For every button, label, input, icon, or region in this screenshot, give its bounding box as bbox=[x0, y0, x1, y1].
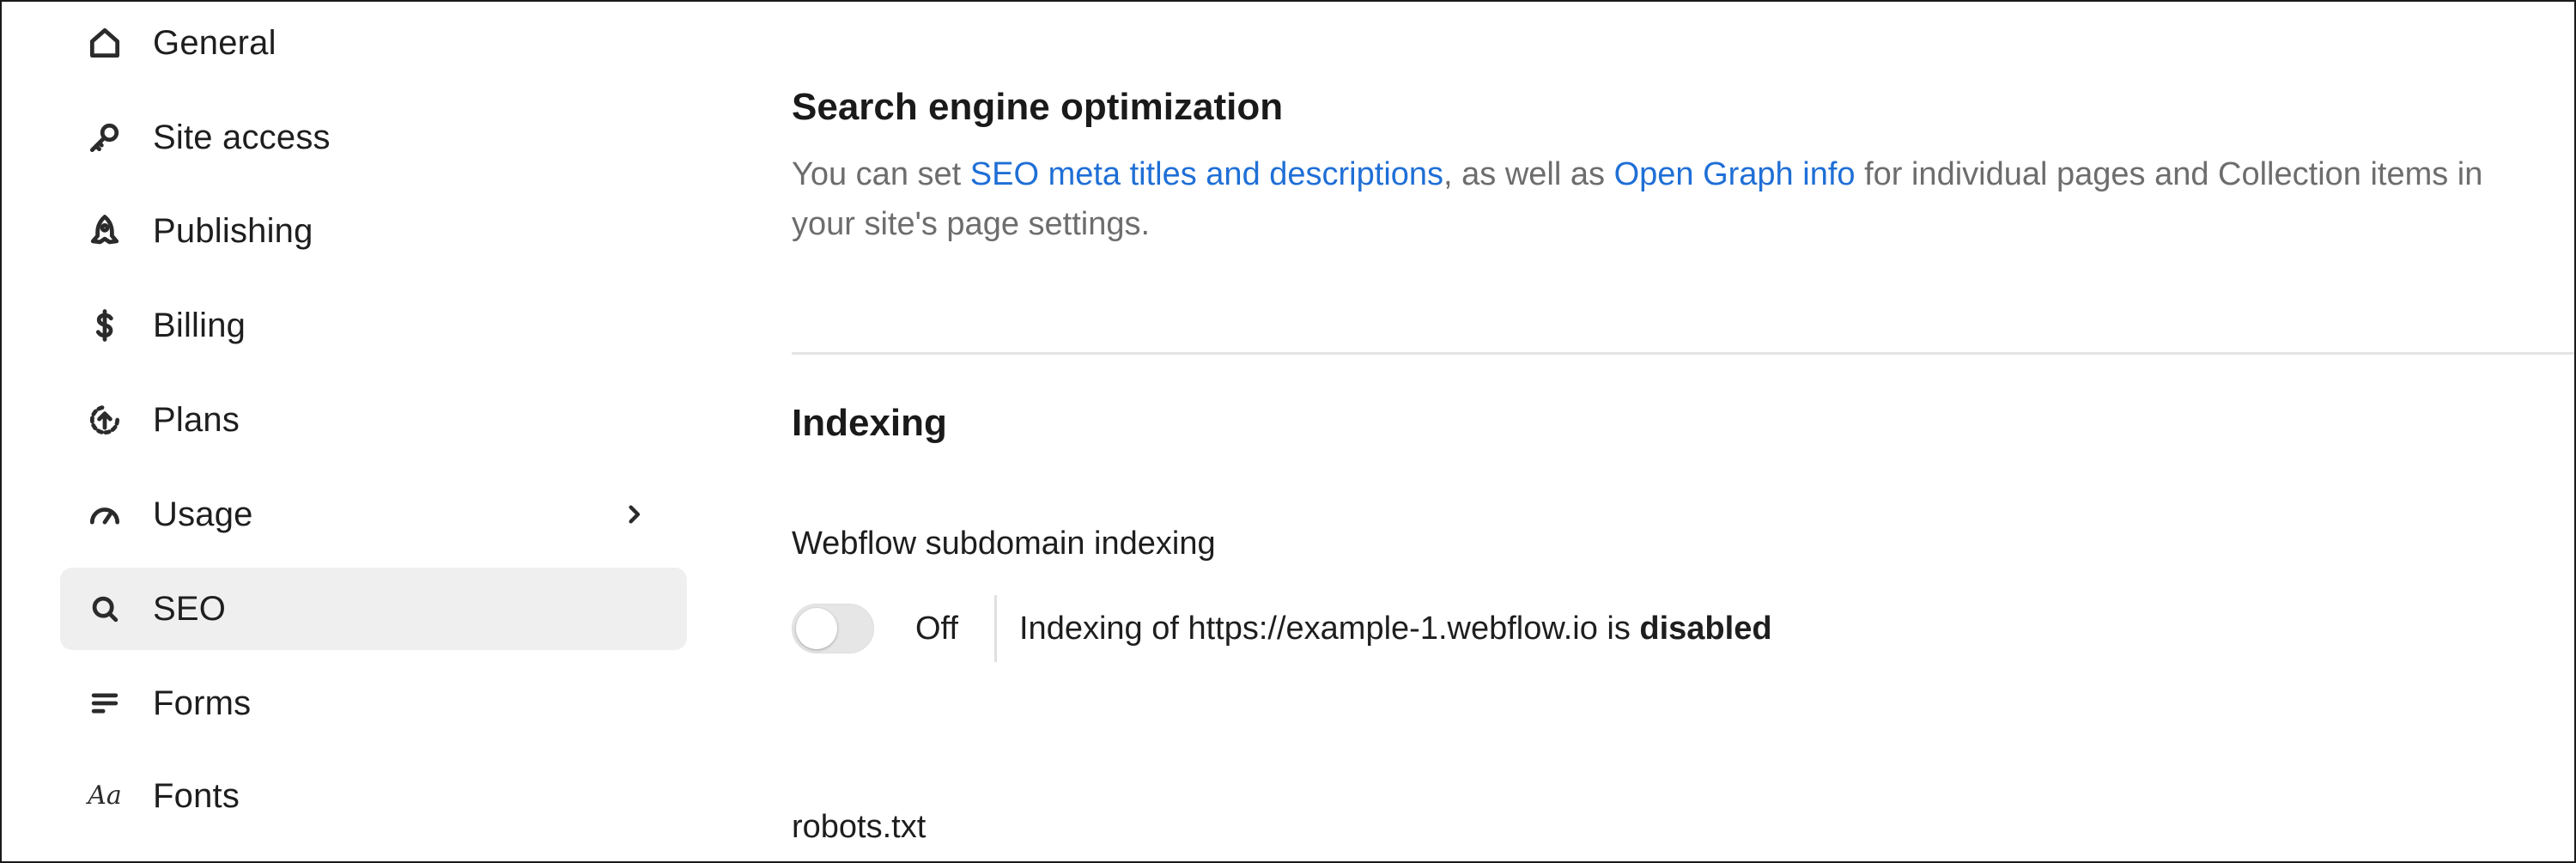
rocket-icon bbox=[86, 212, 124, 250]
settings-sidebar: General Site access Publishing Billing P bbox=[2, 2, 706, 861]
key-icon bbox=[86, 119, 124, 156]
sidebar-item-label: Fonts bbox=[153, 776, 240, 815]
subdomain-indexing-label: Webflow subdomain indexing bbox=[792, 526, 1216, 562]
sidebar-item-label: Publishing bbox=[153, 211, 313, 250]
indexing-status-text: Indexing of https://example-1.webflow.io… bbox=[1019, 610, 1772, 647]
forms-lines-icon bbox=[86, 684, 124, 722]
sidebar-item-plans[interactable]: Plans bbox=[60, 379, 687, 461]
subdomain-indexing-row: Off Indexing of https://example-1.webflo… bbox=[792, 594, 1772, 663]
fonts-aa-icon: Aa bbox=[88, 781, 122, 811]
indexing-status-value: disabled bbox=[1639, 610, 1772, 647]
sidebar-item-label: Usage bbox=[153, 495, 253, 533]
sidebar-item-publishing[interactable]: Publishing bbox=[60, 190, 687, 272]
gauge-icon bbox=[86, 495, 124, 533]
subdomain-indexing-toggle[interactable] bbox=[792, 604, 874, 653]
sidebar-item-fonts[interactable]: Aa Fonts bbox=[60, 755, 687, 837]
seo-section-title: Search engine optimization bbox=[792, 86, 1284, 128]
vertical-separator bbox=[994, 595, 997, 662]
plans-upgrade-icon bbox=[86, 401, 124, 439]
seo-meta-link[interactable]: SEO meta titles and descriptions bbox=[970, 156, 1443, 192]
sidebar-item-seo[interactable]: SEO bbox=[60, 568, 687, 650]
settings-main: Search engine optimization You can set S… bbox=[792, 2, 2574, 861]
toggle-knob bbox=[796, 608, 837, 649]
section-divider bbox=[792, 352, 2574, 355]
sidebar-item-label: Forms bbox=[153, 684, 252, 722]
open-graph-link[interactable]: Open Graph info bbox=[1614, 156, 1856, 192]
toggle-state-label: Off bbox=[915, 610, 958, 647]
settings-window: General Site access Publishing Billing P bbox=[0, 0, 2576, 863]
seo-description: You can set SEO meta titles and descript… bbox=[792, 156, 2483, 242]
indexing-section-title: Indexing bbox=[792, 402, 947, 444]
sidebar-item-label: Site access bbox=[153, 118, 331, 156]
search-icon bbox=[86, 590, 124, 628]
sidebar-item-label: SEO bbox=[153, 589, 227, 628]
sidebar-item-label: Billing bbox=[153, 306, 246, 344]
robots-txt-label: robots.txt bbox=[792, 809, 927, 845]
dollar-icon bbox=[86, 307, 124, 344]
sidebar-item-label: General bbox=[153, 23, 276, 62]
sidebar-item-label: Plans bbox=[153, 400, 240, 439]
home-icon bbox=[86, 24, 124, 62]
chevron-right-icon[interactable] bbox=[617, 497, 651, 532]
sidebar-item-billing[interactable]: Billing bbox=[60, 284, 687, 367]
sidebar-item-usage[interactable]: Usage bbox=[60, 473, 687, 556]
sidebar-item-general[interactable]: General bbox=[60, 2, 687, 84]
sidebar-item-site-access[interactable]: Site access bbox=[60, 96, 687, 179]
sidebar-item-forms[interactable]: Forms bbox=[60, 662, 687, 744]
